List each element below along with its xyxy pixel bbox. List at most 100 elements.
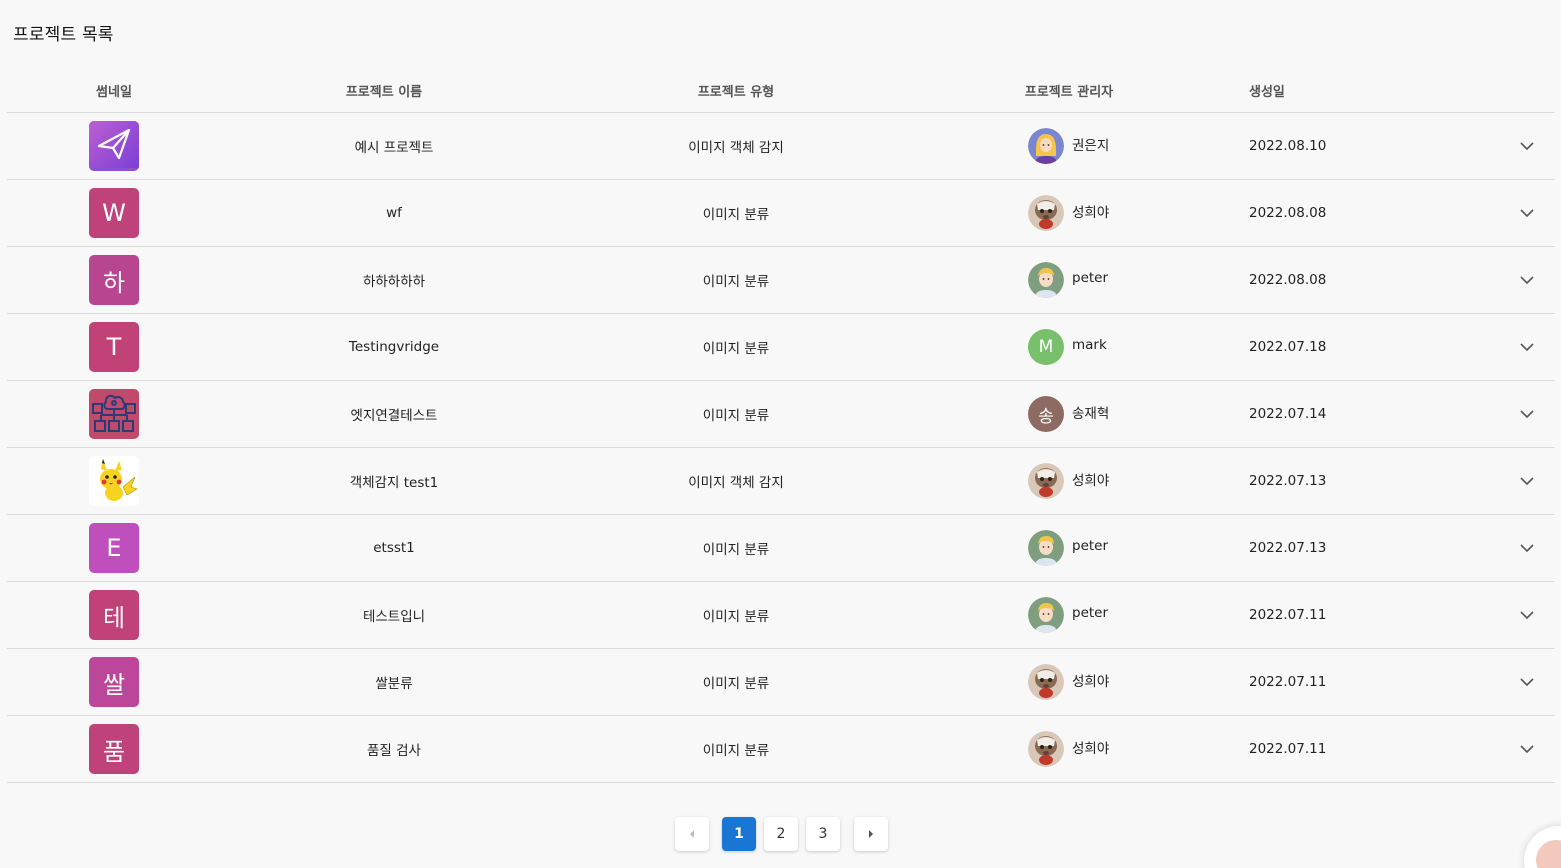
thumbnail-letter: 쌀 [102, 670, 126, 699]
project-name[interactable]: 예시 프로젝트 [355, 136, 434, 156]
project-manager: peter [1028, 597, 1108, 633]
project-name[interactable]: 하하하하하 [363, 270, 425, 290]
expand-row-button[interactable] [1517, 404, 1537, 424]
avatar [1028, 128, 1064, 164]
table-row[interactable]: 하 하하하하하 이미지 분류 peter 2022.08.08 [7, 247, 1555, 314]
manager-name: 성희야 [1072, 473, 1110, 489]
cloud-network-icon [89, 389, 139, 439]
project-thumbnail [89, 389, 139, 439]
caret-left-icon [690, 830, 694, 838]
expand-row-button[interactable] [1517, 471, 1537, 491]
expand-row-button[interactable] [1517, 672, 1537, 692]
expand-row-button[interactable] [1517, 739, 1537, 759]
created-date: 2022.08.08 [1249, 205, 1327, 221]
project-thumbnail: T [89, 322, 139, 372]
table-row[interactable]: 쌀 쌀분류 이미지 분류 성희야 2022.07.11 [7, 649, 1555, 716]
paper-plane-icon [89, 121, 139, 171]
avatar-letter: 송 [1038, 406, 1054, 427]
thumbnail-letter: W [102, 199, 126, 227]
avatar [1028, 597, 1064, 633]
chevron-down-icon [1520, 543, 1534, 552]
avatar [1028, 463, 1064, 499]
project-manager: 성희야 [1028, 731, 1109, 767]
manager-name: peter [1072, 270, 1109, 286]
manager-name: 성희야 [1072, 741, 1110, 757]
column-header-manager: 프로젝트 관리자 [1024, 85, 1114, 100]
project-type: 이미지 분류 [702, 408, 770, 424]
created-date: 2022.08.10 [1249, 138, 1327, 154]
project-name[interactable]: 품질 검사 [367, 739, 421, 759]
table-row[interactable]: E etsst1 이미지 분류 peter 2022.07.13 [7, 515, 1555, 582]
created-date: 2022.07.14 [1249, 406, 1327, 422]
project-name[interactable]: 객체감지 test1 [350, 471, 439, 491]
project-name[interactable]: wf [386, 205, 402, 221]
next-page-button[interactable] [854, 817, 888, 851]
project-thumbnail: W [89, 188, 139, 238]
expand-row-button[interactable] [1517, 538, 1537, 558]
created-date: 2022.07.13 [1249, 540, 1327, 556]
caret-right-icon [869, 830, 873, 838]
project-thumbnail: 하 [89, 255, 139, 305]
project-type: 이미지 객체 감지 [688, 475, 784, 491]
created-date: 2022.07.18 [1249, 339, 1327, 355]
table-row[interactable]: 객체감지 test1 이미지 객체 감지 성희야 2022.07.13 [7, 448, 1555, 515]
chevron-down-icon [1520, 141, 1534, 150]
thumbnail-letter: E [106, 534, 122, 562]
manager-name: mark [1072, 337, 1107, 353]
expand-row-button[interactable] [1517, 136, 1537, 156]
project-thumbnail [89, 456, 139, 506]
page-button[interactable]: 3 [806, 817, 840, 851]
avatar: 송 [1028, 396, 1064, 432]
project-manager: 권은지 [1028, 128, 1109, 164]
manager-name: peter [1072, 605, 1109, 621]
created-date: 2022.08.08 [1249, 272, 1327, 288]
table-row[interactable]: W wf 이미지 분류 성희야 2022.08.08 [7, 180, 1555, 247]
project-type: 이미지 분류 [702, 341, 770, 357]
project-manager: peter [1028, 262, 1108, 298]
project-name[interactable]: 쌀분류 [375, 672, 412, 692]
page-button[interactable]: 1 [722, 817, 756, 851]
project-manager: 성희야 [1028, 664, 1109, 700]
thumbnail-letter: 품 [102, 737, 126, 766]
expand-row-button[interactable] [1517, 203, 1537, 223]
project-thumbnail: E [89, 523, 139, 573]
avatar [1028, 195, 1064, 231]
project-name[interactable]: 테스트입니 [363, 605, 425, 625]
column-header-name: 프로젝트 이름 [345, 85, 423, 100]
thumbnail-letter: T [106, 333, 122, 361]
page-button[interactable]: 2 [764, 817, 798, 851]
column-header-created: 생성일 [1249, 85, 1285, 100]
table-row[interactable]: 예시 프로젝트 이미지 객체 감지 권은지 2022.08.10 [7, 113, 1555, 180]
project-name[interactable]: 엣지연결테스트 [351, 404, 438, 424]
table-row[interactable]: 품 품질 검사 이미지 분류 성희야 2022.07.11 [7, 716, 1555, 783]
project-thumbnail: 품 [89, 724, 139, 774]
project-manager: 송 송재혁 [1028, 396, 1109, 432]
table-row[interactable]: 엣지연결테스트 이미지 분류 송 송재혁 2022.07.14 [7, 381, 1555, 448]
chevron-down-icon [1520, 208, 1534, 217]
table-body: 예시 프로젝트 이미지 객체 감지 권은지 2022.08.10 W wf 이미… [7, 113, 1555, 783]
table-row[interactable]: 테 테스트입니 이미지 분류 peter 2022.07.11 [7, 582, 1555, 649]
project-manager: M mark [1028, 329, 1107, 365]
table-row[interactable]: T Testingvridge 이미지 분류 M mark 2022.07.18 [7, 314, 1555, 381]
manager-name: 송재혁 [1072, 406, 1110, 422]
avatar [1028, 664, 1064, 700]
column-header-thumbnail: 썸네일 [96, 85, 132, 100]
expand-row-button[interactable] [1517, 337, 1537, 357]
expand-row-button[interactable] [1517, 270, 1537, 290]
table-header: 썸네일 프로젝트 이름 프로젝트 유형 프로젝트 관리자 생성일 [7, 66, 1555, 113]
project-type: 이미지 분류 [702, 542, 770, 558]
project-name[interactable]: etsst1 [373, 540, 415, 556]
project-thumbnail: 테 [89, 590, 139, 640]
project-name[interactable]: Testingvridge [349, 339, 439, 355]
prev-page-button[interactable] [675, 817, 709, 851]
manager-name: 성희야 [1072, 205, 1110, 221]
project-type: 이미지 분류 [702, 743, 770, 759]
project-thumbnail: 쌀 [89, 657, 139, 707]
project-table: 썸네일 프로젝트 이름 프로젝트 유형 프로젝트 관리자 생성일 예시 프로젝트… [7, 66, 1555, 783]
page-title: 프로젝트 목록 [13, 25, 114, 45]
expand-row-button[interactable] [1517, 605, 1537, 625]
avatar [1028, 731, 1064, 767]
created-date: 2022.07.11 [1249, 741, 1327, 757]
project-manager: peter [1028, 530, 1108, 566]
chevron-down-icon [1520, 409, 1534, 418]
